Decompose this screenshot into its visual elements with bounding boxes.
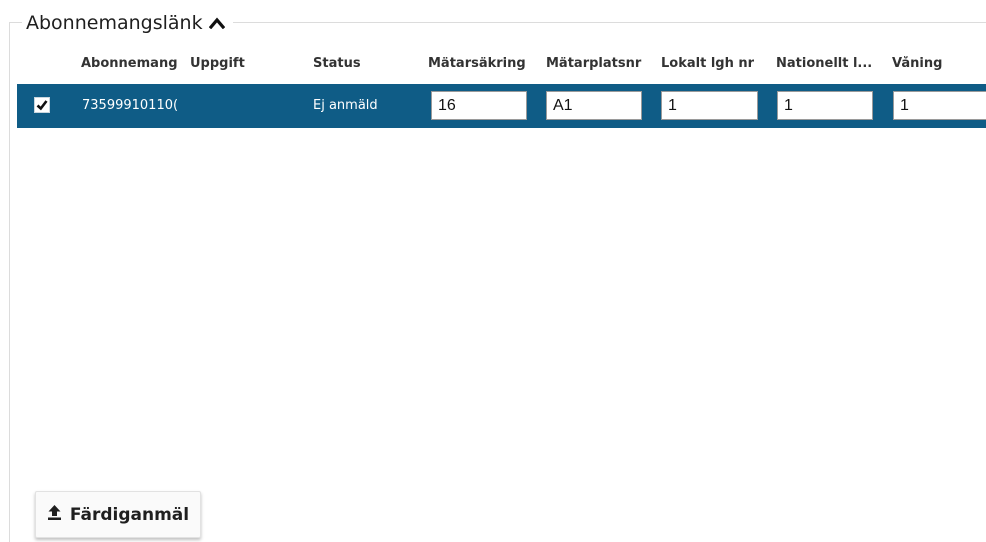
- column-header-matarsakring[interactable]: Mätarsäkring: [428, 56, 540, 76]
- column-header-vaning[interactable]: Våning: [892, 56, 972, 76]
- fardiganmal-label: Färdiganmäl: [69, 504, 190, 525]
- column-header-abonnemang[interactable]: Abonnemang: [81, 56, 187, 76]
- lokalt-lgh-nr-input[interactable]: [661, 91, 758, 120]
- table-row[interactable]: 73599910110( Ej anmäld: [17, 84, 986, 128]
- column-header-nationellt-lgh-nr[interactable]: Nationellt l...: [776, 56, 886, 76]
- cell-status: Ej anmäld: [313, 98, 378, 113]
- cell-abonnemang: 73599910110(: [82, 98, 179, 113]
- section-title: Abonnemangslänk: [26, 12, 203, 34]
- column-header-uppgift[interactable]: Uppgift: [190, 56, 260, 76]
- column-header-lokalt-lgh-nr[interactable]: Lokalt lgh nr: [661, 56, 771, 76]
- fieldset-border-left: [9, 22, 10, 542]
- chevron-up-icon: [208, 17, 225, 29]
- matarsakring-input[interactable]: [431, 91, 527, 120]
- matarplatsnr-input[interactable]: [546, 91, 642, 120]
- fardiganmal-button[interactable]: Färdiganmäl: [35, 491, 201, 538]
- column-header-status[interactable]: Status: [313, 56, 383, 76]
- upload-icon: [47, 504, 62, 525]
- section-toggle[interactable]: Abonnemangslänk: [22, 8, 233, 38]
- vaning-input[interactable]: [893, 91, 986, 120]
- nationellt-lgh-nr-input[interactable]: [777, 91, 873, 120]
- column-header-matarplatsnr[interactable]: Mätarplatsnr: [546, 56, 656, 76]
- checkmark-icon: [36, 96, 48, 115]
- row-checkbox[interactable]: [34, 97, 50, 113]
